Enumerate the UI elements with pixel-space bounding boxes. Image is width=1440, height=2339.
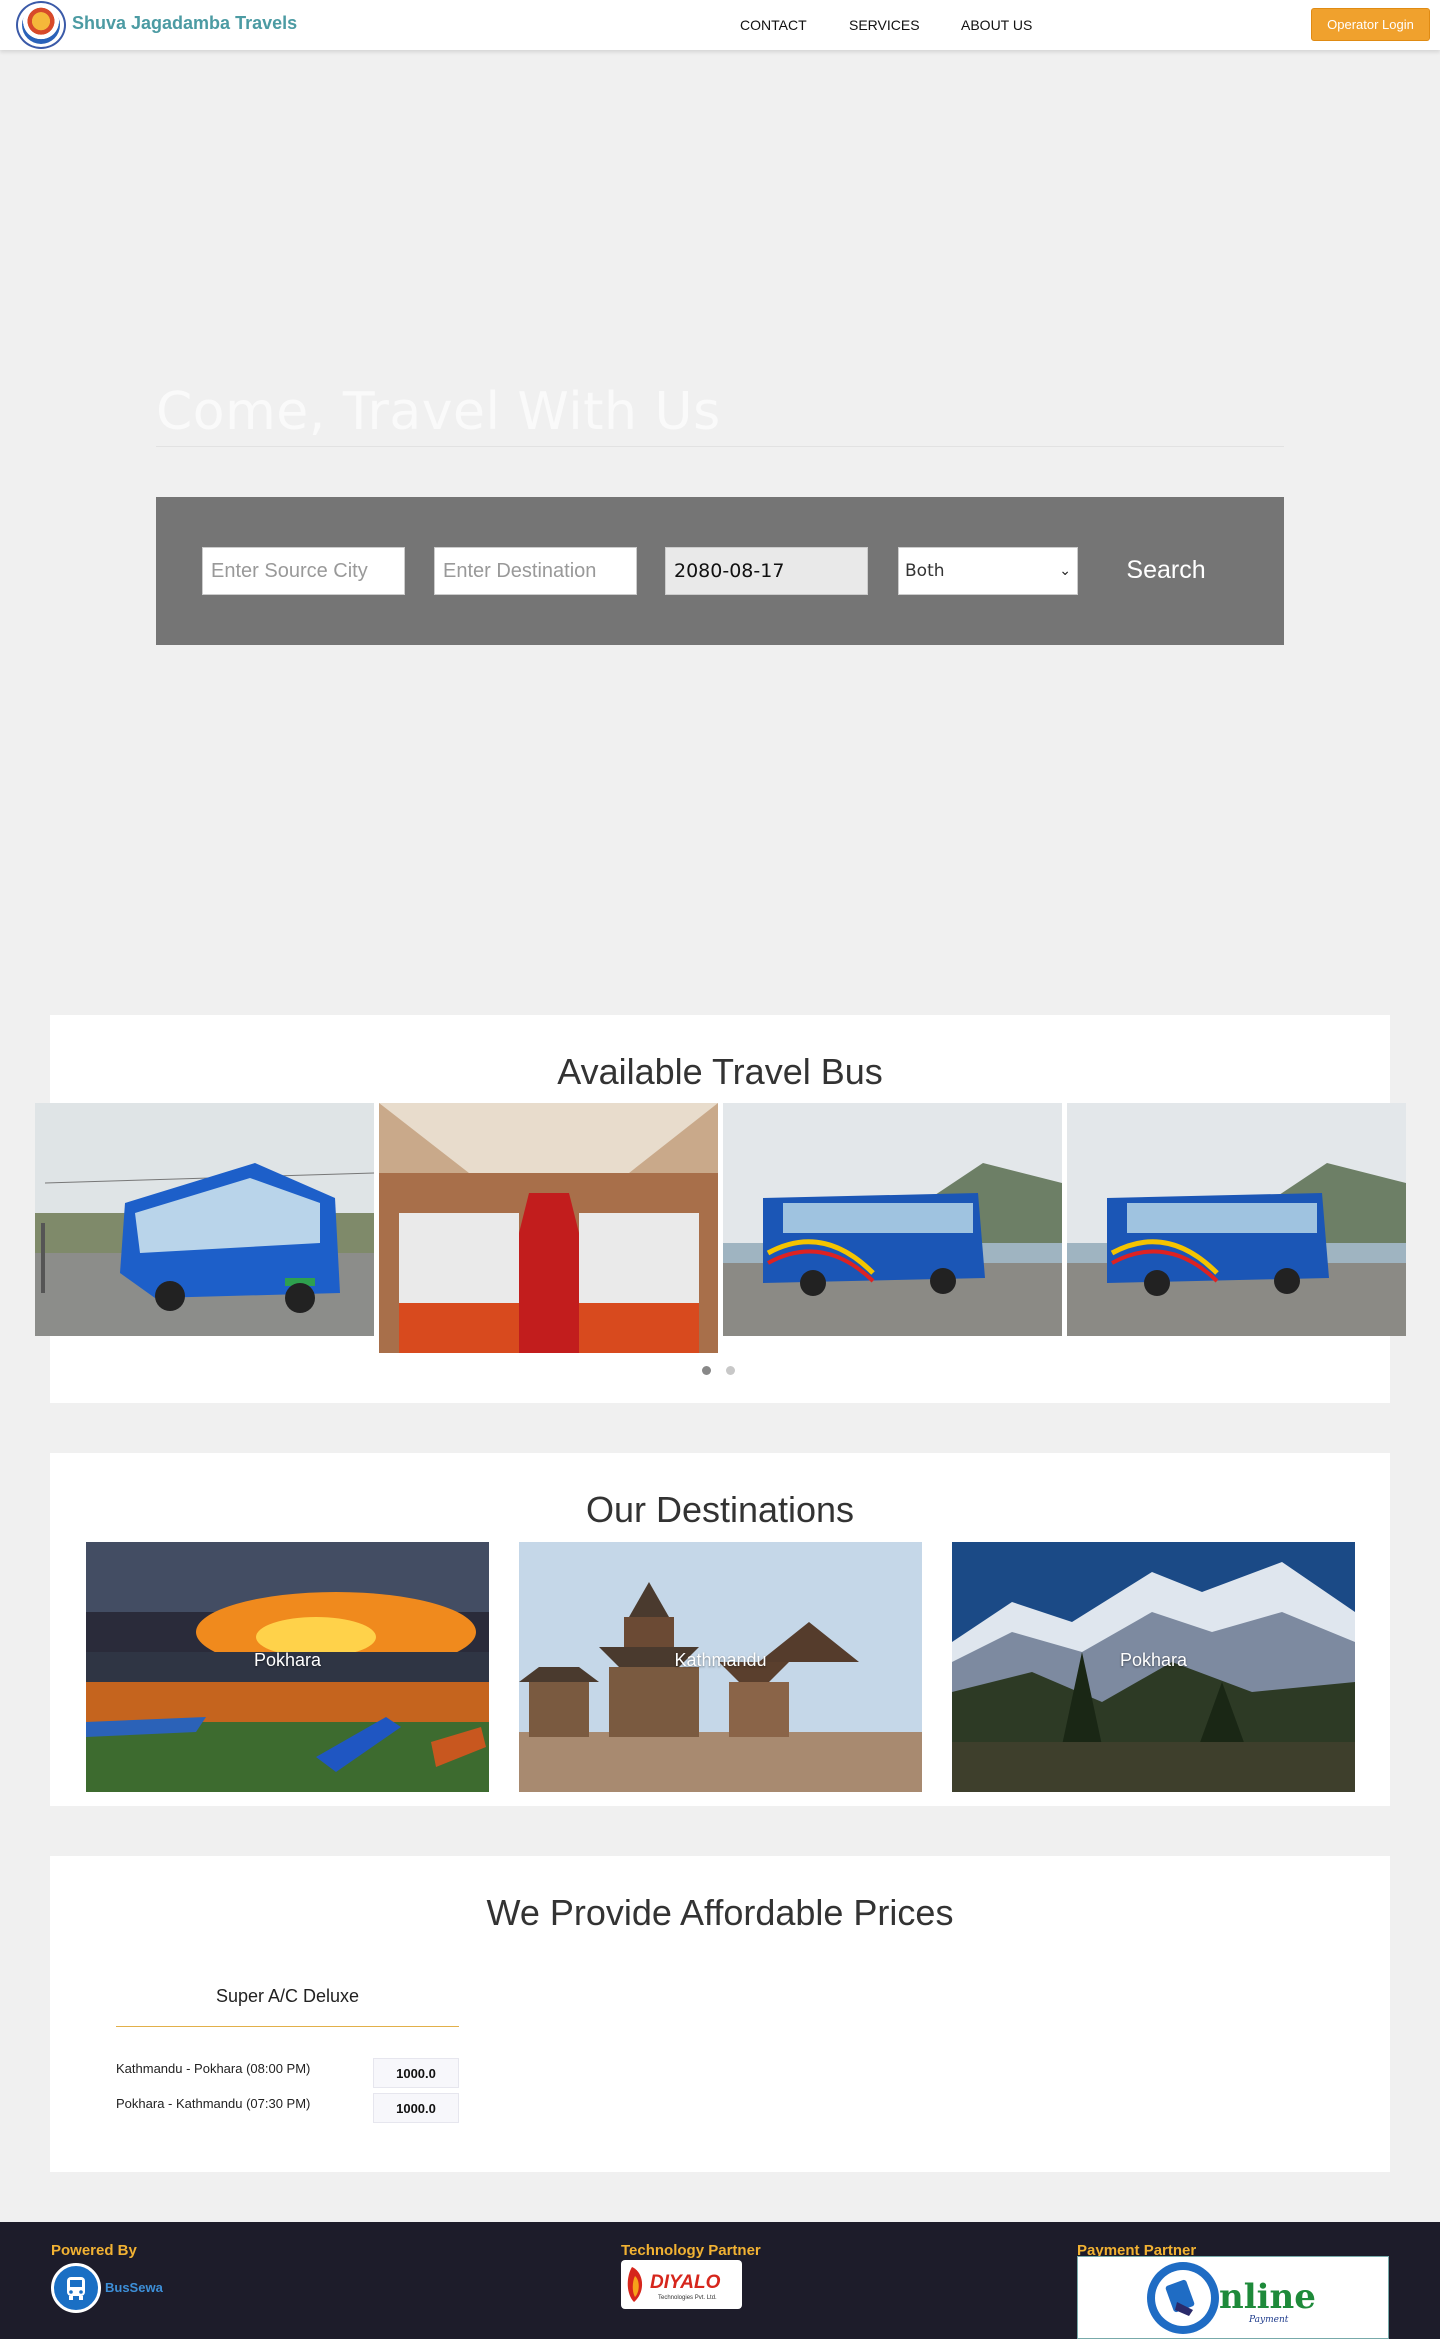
bus-interior-image (379, 1103, 718, 1353)
bussewa-link[interactable]: BusSewa (105, 2280, 163, 2295)
carousel-dot-2[interactable] (726, 1366, 735, 1375)
top-navbar: Shuva Jagadamba Travels CONTACT SERVICES… (0, 0, 1440, 50)
destination-card[interactable]: Kathmandu (519, 1542, 922, 1792)
trip-type-select[interactable]: Both ⌄ (898, 547, 1078, 595)
search-panel: 2080-08-17 Both ⌄ Search (156, 497, 1284, 645)
online-logo-subtext: Payment (1248, 2315, 1289, 2325)
logo-emblem-icon (22, 6, 60, 44)
online-payment-image: nline Payment (1147, 2261, 1316, 2334)
destination-label: Kathmandu (674, 1650, 767, 1670)
powered-by-heading: Powered By (51, 2242, 137, 2259)
route-name: Kathmandu - Pokhara (08:00 PM) (116, 2061, 311, 2076)
operator-login-button[interactable]: Operator Login (1311, 8, 1430, 41)
route-name: Pokhara - Kathmandu (07:30 PM) (116, 2096, 311, 2111)
destination-label: Pokhara (253, 1650, 322, 1670)
trip-type-value: Both (905, 561, 945, 581)
company-logo[interactable] (16, 1, 66, 49)
prices-section: We Provide Affordable Prices Super A/C D… (50, 1856, 1390, 2172)
destination-card[interactable]: Pokhara (952, 1542, 1355, 1792)
nav-about-us[interactable]: ABOUT US (961, 17, 1032, 33)
carousel-dots (702, 1366, 735, 1375)
destination-card[interactable]: Pokhara (86, 1542, 489, 1792)
destination-input[interactable] (434, 547, 637, 595)
bus-photo[interactable] (723, 1103, 1062, 1336)
travel-date-field[interactable]: 2080-08-17 (665, 547, 868, 595)
bus-photo[interactable] (1067, 1103, 1406, 1336)
search-button[interactable]: Search (1106, 547, 1226, 593)
footer: Powered By BusSewa Technology Partner DI… (0, 2222, 1440, 2339)
nav-services[interactable]: SERVICES (849, 17, 920, 33)
bus-icon[interactable] (51, 2263, 101, 2313)
destinations-section: Our Destinations Pokhara Kathmandu Pokha… (50, 1453, 1390, 1806)
hero-title: Come, Travel With Us (156, 382, 1284, 447)
bus-glyph (67, 2277, 85, 2300)
section-title: We Provide Affordable Prices (486, 1892, 954, 1933)
online-payment-logo[interactable]: nline Payment (1077, 2256, 1389, 2339)
bus-photo-image (723, 1103, 1062, 1336)
section-title: Available Travel Bus (557, 1051, 883, 1092)
diyalo-logo-image: DIYALO Technologies Pvt. Ltd. (627, 2267, 721, 2302)
technology-partner-heading: Technology Partner (621, 2242, 761, 2259)
carousel-dot-1[interactable] (702, 1366, 711, 1375)
diyalo-logo-subtext: Technologies Pvt. Ltd. (658, 2295, 717, 2301)
source-city-input[interactable] (202, 547, 405, 595)
chevron-down-icon: ⌄ (1059, 563, 1071, 579)
route-price: 1000.0 (373, 2058, 459, 2088)
bus-photo-image (35, 1103, 374, 1336)
route-price: 1000.0 (373, 2093, 459, 2123)
bus-interior-photo[interactable] (379, 1103, 718, 1353)
nav-contact[interactable]: CONTACT (740, 17, 807, 33)
diyalo-logo[interactable]: DIYALO Technologies Pvt. Ltd. (621, 2260, 742, 2309)
bus-photo-image (1067, 1103, 1406, 1336)
section-title: Our Destinations (585, 1489, 855, 1530)
divider (116, 2026, 459, 2027)
bus-class-title: Super A/C Deluxe (215, 1986, 360, 2006)
bus-photo[interactable] (35, 1103, 374, 1336)
online-logo-text: nline (1219, 2277, 1316, 2317)
brand-name[interactable]: Shuva Jagadamba Travels (72, 13, 297, 34)
diyalo-logo-text: DIYALO (650, 2272, 721, 2293)
bus-carousel-section: Available Travel Bus (35, 1015, 1406, 1403)
destination-label: Pokhara (1119, 1650, 1188, 1670)
